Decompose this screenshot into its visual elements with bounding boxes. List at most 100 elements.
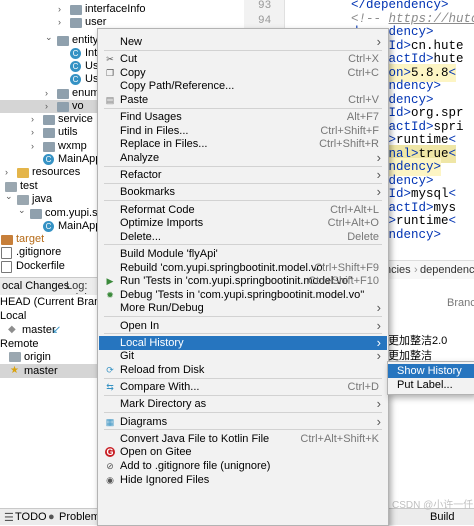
menu-item-optimize-imports[interactable]: Optimize Imports Ctrl+Alt+O [99,216,387,230]
menu-separator [104,49,382,51]
menu-item-shortcut: Ctrl+Alt+O [327,217,379,230]
chevron-down-icon[interactable]: ⌄ [0,177,1,190]
menu-item-paste[interactable]: ▤ Paste Ctrl+V [99,93,387,107]
menu-item-build-module-flyapi[interactable]: Build Module 'flyApi' [99,247,387,261]
menu-item-convert-java-file-to-kotlin-fi[interactable]: Convert Java File to Kotlin File Ctrl+Alt… [99,432,387,446]
spring-class-icon: C [43,221,54,232]
menu-item-label: Mark Directory as [120,398,207,411]
menu-item-shortcut: Ctrl+D [347,381,379,394]
chevron-right-icon[interactable]: › [58,16,61,29]
package-icon [70,5,82,15]
branch-label: origin [24,351,51,363]
chevron-right-icon: › [376,396,381,412]
menu-item-add-to-gitignore-file-unignore[interactable]: ⊘ Add to .gitignore file (unignore) [99,459,387,473]
menu-separator [104,333,382,335]
menu-item-find-usages[interactable]: Find Usages Alt+F7 [99,110,387,124]
menu-item-refactor[interactable]: Refactor › [99,168,387,182]
file-icon [1,261,12,273]
menu-separator [104,377,382,379]
menu-item-reload-from-disk[interactable]: ⟳ Reload from Disk [99,363,387,377]
file-icon [1,247,12,259]
package-icon [57,102,69,112]
branch-label: master [22,324,56,336]
build-tab[interactable]: Build [430,511,454,523]
tab-local-changes[interactable]: ocal Changes [2,280,69,292]
menu-item-mark-directory-as[interactable]: Mark Directory as › [99,397,387,411]
menu-item-label: Open on Gitee [120,446,192,459]
menu-item-analyze[interactable]: Analyze › [99,151,387,165]
menu-item-delete[interactable]: Delete... Delete [99,230,387,244]
tree-node-label: wxmp [58,140,87,152]
branch-filter[interactable]: Branch [447,297,474,309]
chevron-right-icon[interactable]: › [45,87,48,100]
menu-item-new[interactable]: New › [99,35,387,49]
menu-item-shortcut: Ctrl+Shift+F10 [308,275,379,288]
branch-node[interactable]: Remote [0,337,100,351]
menu-item-label: Git [120,350,135,363]
chevron-right-icon[interactable]: › [31,140,34,153]
menu-item-more-run-debug[interactable]: More Run/Debug › [99,301,387,315]
chevron-right-icon[interactable]: › [31,126,34,139]
tree-node-label: entity [72,34,99,46]
branch-node[interactable]: ◆ master ↙ [0,323,100,337]
branch-node[interactable]: origin [0,350,100,364]
menu-item-label: Rebuild 'com.yupi.springbootinit.model.v… [120,261,325,274]
menu-item-replace-in-files[interactable]: Replace in Files... Ctrl+Shift+R [99,137,387,151]
menu-item-copy-path-reference[interactable]: Copy Path/Reference... [99,79,387,93]
chevron-right-icon[interactable]: › [5,166,8,179]
menu-item-label: Copy Path/Reference... [120,80,235,93]
menu-item-diagrams[interactable]: ▦ Diagrams › [99,414,387,429]
spring-class-icon: C [43,154,54,165]
menu-item-debug-tests-in-com-yupi-spring[interactable]: ✹ Debug 'Tests in 'com.yupi.springbootini… [99,288,387,302]
watermark: CSDN @小许一仟 [392,500,474,511]
menu-item-run-tests-in-com-yupi-springbo[interactable]: ▶ Run 'Tests in 'com.yupi.springbootinit.… [99,274,387,288]
chevron-right-icon[interactable]: › [45,100,48,113]
todo-tab[interactable]: TODO [15,511,47,523]
branch-node[interactable]: Local [0,309,100,323]
menu-item-label: Delete... [120,230,161,243]
menu-item-open-in[interactable]: Open In › [99,318,387,333]
menu-item-shortcut: Ctrl+Alt+L [330,203,379,216]
branch-node[interactable]: HEAD (Current Branch) [0,295,116,309]
menu-item-copy[interactable]: ❐ Copy Ctrl+C [99,66,387,80]
paste-icon: ▤ [105,95,115,105]
chevron-down-icon[interactable]: ⌄ [45,31,53,44]
menu-item-shortcut: Ctrl+Shift+R [319,138,379,151]
tree-node[interactable]: › interfaceInfo [0,3,244,16]
chevron-right-icon[interactable]: › [58,3,61,16]
breadcrumb-item[interactable]: dependency [420,264,474,276]
menu-item-label: Open In [120,319,160,332]
line-number: 93 [258,0,272,12]
tree-node-label: utils [58,126,78,138]
gitee-icon: G [105,447,115,458]
menu-item-label: Build Module 'flyApi' [120,248,218,260]
menu-item-shortcut: Ctrl+Alt+Shift+K [300,432,379,445]
menu-item-label: Bookmarks [120,186,176,199]
menu-item-label: Replace in Files... [120,138,208,151]
package-icon [57,36,69,46]
menu-item-reformat-code[interactable]: Reformat Code Ctrl+Alt+L [99,203,387,217]
menu-item-put-label[interactable]: Put Label... [388,378,474,392]
chevron-down-icon[interactable]: ⌄ [18,204,26,217]
menu-item-cut[interactable]: ✂ Cut Ctrl+X [99,52,387,66]
diagram-icon: ▦ [105,416,115,427]
menu-item-label: Diagrams [120,415,168,428]
menu-item-bookmarks[interactable]: Bookmarks › [99,185,387,199]
menu-separator [104,412,382,413]
class-icon: C [70,61,81,72]
chevron-right-icon[interactable]: › [31,113,34,126]
menu-item-rebuild-com-yupi-springbootini[interactable]: Rebuild 'com.yupi.springbootinit.model.v… [99,261,387,275]
menu-item-find-in-files[interactable]: Find in Files... Ctrl+Shift+F [99,124,387,138]
menu-item-show-history[interactable]: Show History [388,364,474,378]
menu-item-compare-with[interactable]: ⇆ Compare With... Ctrl+D [99,380,387,394]
class-icon: C [70,48,81,59]
branch-node[interactable]: ★ master [0,364,100,378]
menu-item-local-history[interactable]: Local History › [99,335,387,350]
menu-item-label: Refactor [120,169,162,182]
tree-node-label: vo [72,100,84,112]
chevron-down-icon[interactable]: ⌄ [5,190,13,203]
menu-item-git[interactable]: Git › [99,349,387,363]
menu-item-open-on-gitee[interactable]: G Open on Gitee [99,445,387,459]
commit-row[interactable]: 更加整洁2.0 [388,332,447,348]
menu-item-hide-ignored-files[interactable]: ◉ Hide Ignored Files [99,473,387,487]
